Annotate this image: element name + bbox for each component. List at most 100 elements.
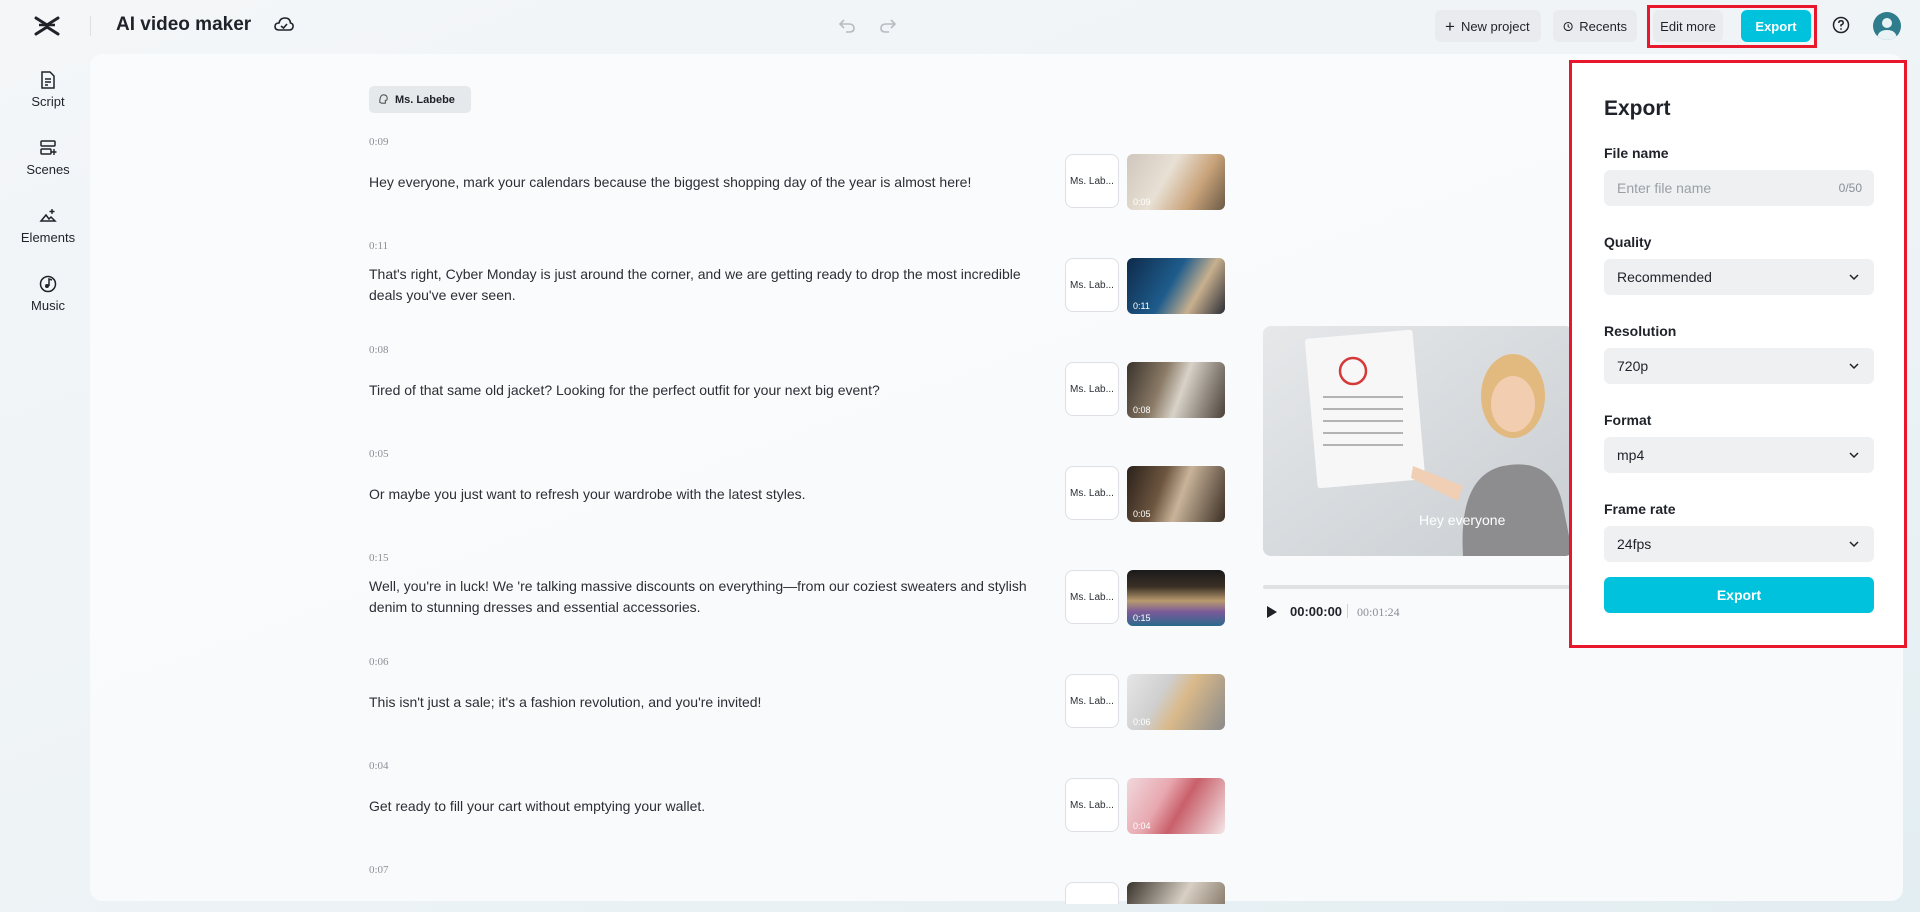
elements-icon (39, 209, 57, 222)
redo-icon[interactable] (879, 16, 897, 34)
sidebar-item-label: Scenes (26, 162, 70, 177)
export-panel-title: Export (1604, 97, 1671, 120)
scene-thumbnail[interactable]: 0:04 (1127, 778, 1225, 834)
format-value: mp4 (1617, 447, 1645, 463)
scene-thumbnail-duration: 0:05 (1133, 509, 1151, 519)
video-preview[interactable]: Hey everyone (1263, 326, 1573, 556)
time-separator (1347, 604, 1348, 618)
sidebar-item-script[interactable]: Script (0, 64, 96, 120)
voice-button[interactable]: Ms. Lab... (1065, 362, 1119, 416)
scene-thumbnail[interactable]: 0:08 (1127, 362, 1225, 418)
sidebar-item-label: Elements (20, 230, 76, 245)
scene-thumbnail-duration: 0:08 (1133, 405, 1151, 415)
scene-thumbnail[interactable]: 0:11 (1127, 258, 1225, 314)
play-icon[interactable] (1266, 605, 1278, 619)
chevron-down-icon (1849, 363, 1859, 370)
sidebar-item-music[interactable]: Music (0, 268, 96, 324)
voice-button[interactable]: Ms. Lab... (1065, 466, 1119, 520)
scene-text[interactable]: Hey everyone, mark your calendars becaus… (369, 172, 1049, 193)
sidebar-item-elements[interactable]: Elements (0, 200, 96, 256)
recents-label: Recents (1579, 18, 1627, 34)
chevron-down-icon (1849, 274, 1859, 281)
voice-button[interactable]: Ms. Lab... (1065, 674, 1119, 728)
current-time: 00:00:00 (1290, 604, 1343, 619)
scene-thumbnail[interactable]: 0:15 (1127, 570, 1225, 626)
scene-text[interactable]: Well, you're in luck! We 're talking mas… (369, 576, 1049, 618)
recents-button[interactable]: Recents (1553, 10, 1637, 42)
preview-image (1263, 326, 1573, 556)
sidebar-item-scenes[interactable]: Scenes (0, 132, 96, 188)
file-name-label: File name (1604, 145, 1669, 161)
resolution-value: 720p (1617, 358, 1649, 374)
sidebar-item-label: Script (31, 94, 65, 109)
cloud-icon[interactable] (274, 16, 294, 34)
scene-time: 0:07 (369, 864, 389, 876)
file-name-char-count: 0/50 (1838, 181, 1862, 195)
voice-button[interactable]: Ms. Lab... (1065, 258, 1119, 312)
plus-icon: + (1445, 16, 1455, 36)
top-bar: AI video maker + New project Recents Edi… (0, 0, 1920, 52)
user-avatar-icon (1877, 18, 1897, 40)
file-name-field[interactable]: 0/50 (1604, 170, 1874, 206)
avatar[interactable] (1873, 12, 1901, 40)
scene-time: 0:11 (369, 240, 389, 252)
scene-text[interactable]: Or maybe you just want to refresh your w… (369, 484, 1049, 505)
scene-time: 0:04 (369, 760, 389, 772)
preview-caption: Hey everyone (1419, 512, 1506, 528)
scene-thumbnail-duration: 0:06 (1133, 717, 1151, 727)
speaker-chip[interactable]: Ms. Labebe (369, 86, 471, 113)
app-title: AI video maker (116, 14, 252, 35)
scenes-icon (40, 140, 57, 155)
chevron-down-icon (1849, 541, 1859, 548)
frame-rate-select[interactable]: 24fps (1604, 526, 1874, 562)
frame-rate-label: Frame rate (1604, 501, 1676, 517)
script-icon (41, 71, 55, 89)
help-icon[interactable] (1832, 16, 1850, 34)
voice-button[interactable]: Ms. Lab... (1065, 154, 1119, 208)
export-confirm-button[interactable]: Export (1604, 577, 1874, 613)
scene-text[interactable]: This isn't just a sale; it's a fashion r… (369, 692, 1049, 713)
chevron-down-icon (1849, 452, 1859, 459)
quality-label: Quality (1604, 234, 1652, 250)
scene-thumbnail[interactable] (1127, 882, 1225, 904)
voice-button[interactable]: Ms. Lab... (1065, 570, 1119, 624)
scene-thumbnail-duration: 0:11 (1133, 301, 1150, 311)
sidebar-item-label: Music (31, 298, 65, 313)
scene-time: 0:15 (369, 552, 389, 564)
scene-time: 0:06 (369, 656, 389, 668)
clock-icon (1563, 21, 1573, 31)
scene-thumbnail-duration: 0:09 (1133, 197, 1151, 207)
toolbar-divider (90, 16, 91, 36)
scene-thumbnail-duration: 0:04 (1133, 821, 1151, 831)
music-icon (39, 275, 57, 293)
scene-text[interactable]: Get ready to fill your cart without empt… (369, 796, 1049, 817)
scene-thumbnail[interactable]: 0:05 (1127, 466, 1225, 522)
new-project-label: New project (1460, 18, 1530, 34)
export-panel: Export File name 0/50 Quality Recommende… (1569, 60, 1907, 648)
voice-button[interactable]: Ms. Lab... (1065, 778, 1119, 832)
speaker-avatar-icon (379, 94, 388, 104)
voice-button[interactable] (1065, 882, 1119, 904)
scene-thumbnail[interactable]: 0:06 (1127, 674, 1225, 730)
playback-progress-bar[interactable] (1263, 585, 1573, 589)
scene-thumbnail[interactable]: 0:09 (1127, 154, 1225, 210)
new-project-button[interactable]: + New project (1435, 10, 1541, 42)
file-name-input[interactable] (1617, 180, 1817, 196)
export-button[interactable]: Export (1741, 10, 1811, 42)
format-select[interactable]: mp4 (1604, 437, 1874, 473)
scene-time: 0:08 (369, 344, 389, 356)
resolution-select[interactable]: 720p (1604, 348, 1874, 384)
quality-value: Recommended (1617, 269, 1712, 285)
scene-text[interactable]: That's right, Cyber Monday is just aroun… (369, 264, 1049, 306)
scene-row[interactable]: 0:07 (369, 864, 1225, 904)
scene-time: 0:09 (369, 136, 389, 148)
scene-text[interactable]: Tired of that same old jacket? Looking f… (369, 380, 1049, 401)
format-label: Format (1604, 412, 1652, 428)
scene-thumbnail-duration: 0:15 (1133, 613, 1151, 623)
frame-rate-value: 24fps (1617, 536, 1652, 552)
edit-more-button[interactable]: Edit more (1653, 10, 1723, 42)
resolution-label: Resolution (1604, 323, 1677, 339)
undo-icon[interactable] (838, 16, 856, 34)
capcut-logo-icon[interactable] (33, 14, 61, 38)
quality-select[interactable]: Recommended (1604, 259, 1874, 295)
